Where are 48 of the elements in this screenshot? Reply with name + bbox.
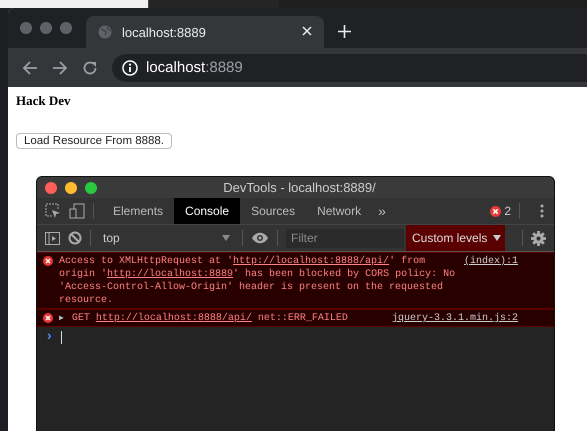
devtools-tab[interactable]: Network	[306, 198, 372, 224]
error-count[interactable]: 2	[504, 204, 511, 218]
tab-title: localhost:8889	[122, 24, 207, 40]
url-text: localhost:8889	[146, 59, 243, 76]
info-icon	[122, 60, 138, 76]
address-bar[interactable]: localhost:8889	[112, 54, 587, 82]
context-dropdown[interactable]: top	[99, 231, 234, 245]
filter-field[interactable]: Filter	[286, 228, 404, 248]
prompt-icon: ›	[45, 329, 54, 345]
close-window-icon[interactable]	[45, 182, 57, 194]
page-heading: Hack Dev	[16, 93, 72, 109]
load-resource-button[interactable]: Load Resource From 8888.	[16, 133, 172, 149]
window-control-icon[interactable]	[60, 22, 72, 34]
clear-console-icon[interactable]	[68, 231, 82, 245]
back-button[interactable]	[22, 60, 38, 76]
error-icon	[490, 206, 502, 217]
inspect-icon[interactable]	[45, 203, 61, 219]
more-tabs-button[interactable]: »	[372, 203, 392, 219]
devtools-tab[interactable]: Console	[174, 198, 240, 224]
more-menu-icon[interactable]	[540, 204, 544, 218]
source-link[interactable]: jquery-3.3.1.min.js:2	[392, 312, 518, 325]
error-text: GET http://localhost:8888/api/ net::ERR_FAILED	[72, 312, 349, 325]
window-control-icon[interactable]	[40, 22, 52, 34]
error-icon	[43, 313, 53, 323]
expand-toggle[interactable]: ▶	[59, 312, 64, 325]
error-text: Access to XMLHttpRequest at 'http://localhost:8888/api/' from origin 'http://localhost:8889' has been blocked by CORS policy: No 'Access-Control-Allow-Origin' header is present on the requested resource.	[59, 255, 456, 307]
globe-icon	[98, 25, 112, 39]
minimize-window-icon[interactable]	[65, 182, 77, 194]
forward-button[interactable]	[52, 60, 68, 76]
caret-icon	[222, 235, 230, 241]
window-control-icon[interactable]	[20, 22, 32, 34]
browser-tab[interactable]: localhost:8889	[86, 16, 324, 48]
device-toolbar-icon[interactable]	[69, 203, 85, 219]
reload-button[interactable]	[82, 60, 98, 76]
devtools-tab[interactable]: Elements	[102, 198, 174, 224]
url-link[interactable]: http://localhost:8888/api/	[233, 256, 390, 267]
error-icon	[43, 256, 53, 266]
source-link[interactable]: (index):1	[464, 255, 518, 268]
devtools-tab[interactable]: Sources	[240, 198, 306, 224]
levels-dropdown[interactable]: Custom levels	[406, 225, 505, 251]
url-link[interactable]: http://localhost:8889	[107, 269, 234, 280]
window-title: DevTools - localhost:8889/	[222, 180, 377, 195]
settings-icon[interactable]	[531, 230, 546, 246]
maximize-window-icon[interactable]	[85, 182, 97, 194]
eye-icon[interactable]	[251, 232, 269, 244]
caret-icon	[493, 235, 502, 241]
url-link[interactable]: http://localhost:8888/api/	[96, 313, 252, 324]
sidebar-toggle-icon[interactable]	[45, 232, 60, 244]
